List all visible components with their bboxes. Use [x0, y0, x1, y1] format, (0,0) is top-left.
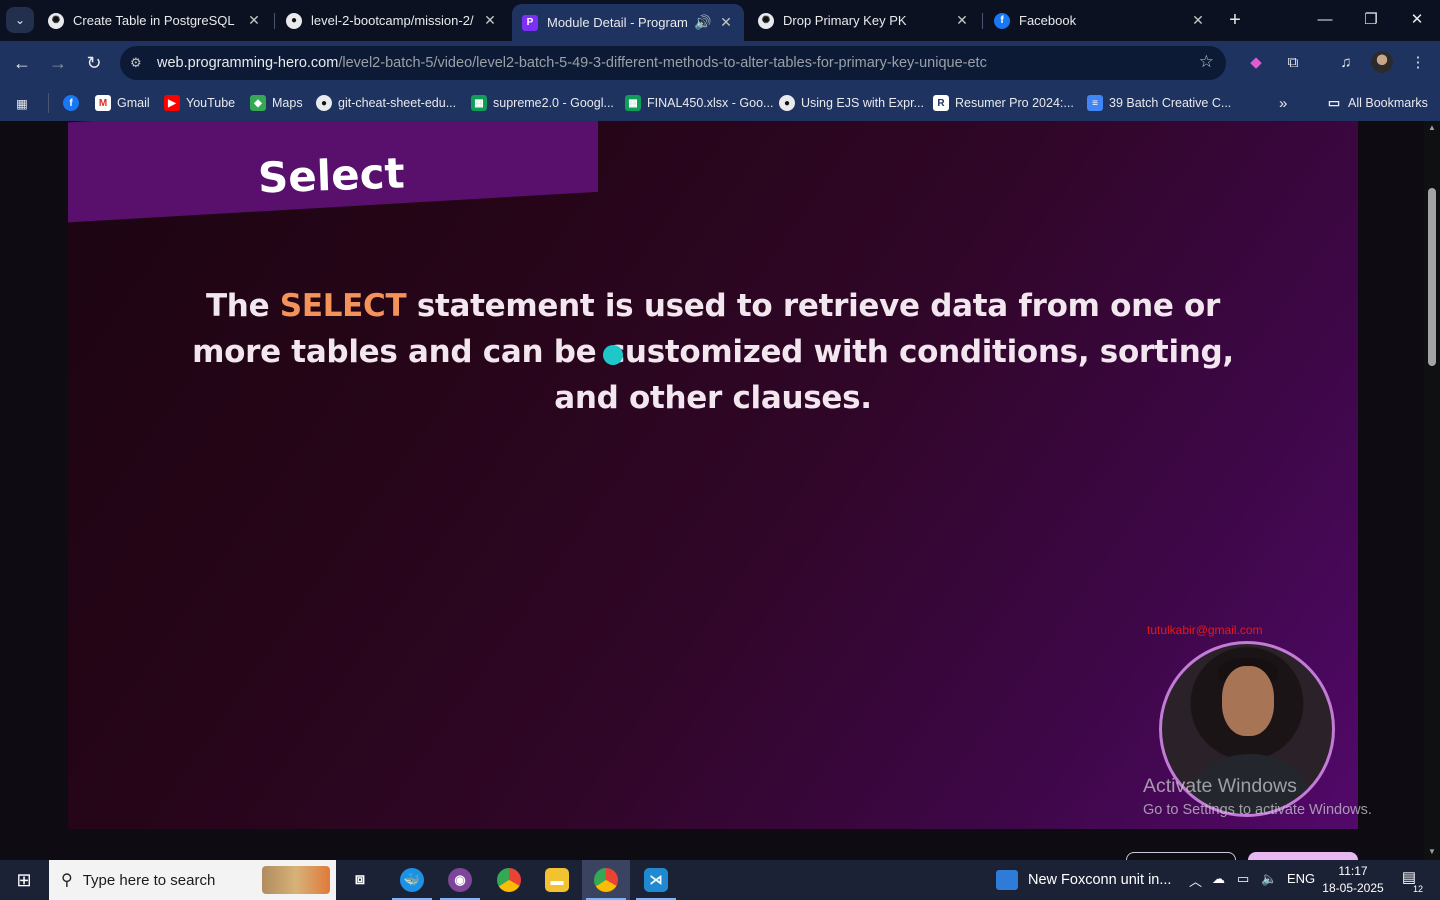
next-button-peek[interactable] — [1248, 852, 1358, 860]
windows-taskbar: ⊞ ⚲ Type here to search ⧈ 🐳 ◉ ▬ ⋊ New Fo… — [0, 860, 1440, 900]
close-window-icon[interactable]: ✕ — [1394, 6, 1440, 34]
page-scrollbar[interactable]: ▲ ▼ — [1424, 121, 1440, 860]
site-info-icon[interactable]: ⚙ — [130, 55, 146, 71]
profile-avatar[interactable] — [1371, 51, 1393, 73]
slide-title: Select — [257, 148, 406, 203]
restore-icon[interactable]: ❐ — [1348, 6, 1394, 34]
pointer-highlight-icon — [603, 345, 623, 365]
bookmark-star-icon[interactable]: ☆ — [1199, 52, 1214, 72]
notification-center-icon[interactable]: ▤ 12 — [1396, 868, 1424, 894]
all-bookmarks-folder[interactable]: ▭ All Bookmarks — [1326, 93, 1428, 113]
reload-icon[interactable]: ↻ — [80, 49, 108, 77]
video-player[interactable]: Select The SELECT statement is used to r… — [68, 121, 1358, 829]
programming-hero-icon: P — [522, 14, 538, 31]
bookmark-batch-creative[interactable]: ≡ 39 Batch Creative C... — [1087, 93, 1231, 113]
minimize-icon[interactable]: — — [1302, 6, 1348, 34]
scroll-down-icon[interactable]: ▼ — [1428, 847, 1436, 856]
facebook-icon: f — [63, 95, 79, 111]
volume-icon[interactable]: 🔈 — [1261, 871, 1277, 887]
windows-activation-watermark: Activate Windows Go to Settings to activ… — [1143, 775, 1372, 818]
new-tab-button[interactable]: + — [1224, 9, 1246, 31]
back-icon[interactable]: ← — [8, 49, 36, 77]
prev-button-peek[interactable] — [1126, 852, 1236, 860]
windows-start-icon[interactable]: ⊞ — [0, 860, 48, 900]
select-keyword: SELECT — [279, 288, 407, 324]
browser-toolbar: ← → ↻ ⚙ web.programming-hero.com/level2-… — [0, 41, 1440, 85]
taskbar-search[interactable]: ⚲ Type here to search — [49, 860, 336, 900]
bookmark-facebook[interactable]: f — [63, 93, 85, 113]
tor-browser-icon[interactable]: ◉ — [436, 860, 484, 900]
tab-drop-primary-key[interactable]: ✺ Drop Primary Key PK ✕ — [748, 6, 980, 35]
onedrive-icon[interactable]: ☁ — [1212, 871, 1225, 887]
news-icon — [996, 870, 1018, 890]
extensions-puzzle-icon[interactable]: ⧉ — [1281, 51, 1305, 75]
close-icon[interactable]: ✕ — [954, 12, 970, 29]
search-icon: ⚲ — [61, 872, 73, 889]
close-icon[interactable]: ✕ — [718, 14, 734, 31]
tab-module-detail[interactable]: P Module Detail - Programmi 🔊 ✕ — [512, 4, 744, 41]
vscode-icon[interactable]: ⋊ — [632, 860, 680, 900]
tab-search-button[interactable]: ⌄ — [6, 7, 34, 33]
facebook-icon: f — [994, 12, 1010, 29]
media-control-icon[interactable]: ♫ — [1334, 51, 1358, 75]
scroll-up-icon[interactable]: ▲ — [1428, 123, 1436, 132]
address-bar[interactable]: ⚙ web.programming-hero.com/level2-batch-… — [120, 46, 1226, 80]
scrollbar-thumb[interactable] — [1428, 188, 1436, 366]
close-icon[interactable]: ✕ — [246, 12, 262, 29]
youtube-icon: ▶ — [164, 95, 180, 111]
news-widget[interactable]: New Foxconn unit in... — [996, 860, 1171, 900]
language-indicator[interactable]: ENG — [1287, 871, 1315, 886]
instructor-email: tutulkabir@gmail.com — [1147, 623, 1263, 637]
tab-create-table[interactable]: ✺ Create Table in PostgreSQL ✕ — [38, 6, 272, 35]
close-icon[interactable]: ✕ — [482, 12, 498, 29]
bookmark-git-cheat-sheet[interactable]: ● git-cheat-sheet-edu... — [316, 93, 456, 113]
docker-icon[interactable]: 🐳 — [388, 860, 436, 900]
github-icon: ● — [316, 95, 332, 111]
sheets-icon: ▦ — [471, 95, 487, 111]
bookmark-resumer[interactable]: R Resumer Pro 2024:... — [933, 93, 1074, 113]
chevron-up-icon[interactable]: ︿ — [1189, 871, 1202, 890]
slide-statement: The SELECT statement is used to retrieve… — [192, 288, 1234, 416]
system-clock[interactable]: 11:17 18-05-2025 — [1322, 863, 1384, 897]
forward-icon[interactable]: → — [44, 49, 72, 77]
github-icon: ● — [286, 12, 302, 29]
bookmark-supreme[interactable]: ▦ supreme2.0 - Googl... — [471, 93, 614, 113]
page-content: Select The SELECT statement is used to r… — [0, 121, 1424, 860]
folder-icon: ▭ — [1327, 95, 1341, 110]
url-text[interactable]: web.programming-hero.com/level2-batch-5/… — [157, 55, 987, 71]
task-view-icon[interactable]: ⧈ — [336, 860, 384, 900]
openai-icon: ✺ — [48, 12, 64, 29]
chrome-profile-icon[interactable] — [582, 860, 630, 900]
bookmarks-bar: ▦ f M Gmail ▶ YouTube ◆ Maps ● git-cheat… — [0, 85, 1440, 121]
close-icon[interactable]: ✕ — [1190, 12, 1206, 29]
bookmark-youtube[interactable]: ▶ YouTube — [164, 93, 235, 113]
speaker-icon[interactable]: 🔊 — [694, 14, 711, 31]
maps-icon: ◆ — [250, 95, 266, 111]
sheets-icon: ▦ — [625, 95, 641, 111]
more-bookmarks-icon[interactable]: » — [1279, 93, 1287, 113]
apps-icon[interactable]: ▦ — [16, 93, 28, 113]
bookmark-using-ejs[interactable]: ● Using EJS with Expr... — [779, 93, 924, 113]
search-highlight-image — [262, 866, 330, 894]
chrome-icon[interactable] — [485, 860, 533, 900]
bookmark-maps[interactable]: ◆ Maps — [250, 93, 303, 113]
resumer-icon: R — [933, 95, 949, 111]
tab-facebook[interactable]: f Facebook ✕ — [984, 6, 1216, 35]
bookmark-gmail[interactable]: M Gmail — [95, 93, 150, 113]
openai-icon: ✺ — [758, 12, 774, 29]
extension-icon[interactable]: ◆ — [1244, 51, 1268, 75]
gmail-icon: M — [95, 95, 111, 111]
github-icon: ● — [779, 95, 795, 111]
docs-icon: ≡ — [1087, 95, 1103, 111]
bookmark-final450[interactable]: ▦ FINAL450.xlsx - Goo... — [625, 93, 773, 113]
chevron-down-icon: ⌄ — [14, 13, 26, 27]
network-icon[interactable]: ▭ — [1237, 871, 1249, 887]
file-explorer-icon[interactable]: ▬ — [533, 860, 581, 900]
tab-strip: ⌄ ✺ Create Table in PostgreSQL ✕ ● level… — [0, 0, 1440, 41]
tab-github-mission[interactable]: ● level-2-bootcamp/mission-2/m ✕ — [276, 6, 508, 35]
menu-icon[interactable]: ⋮ — [1406, 51, 1430, 75]
